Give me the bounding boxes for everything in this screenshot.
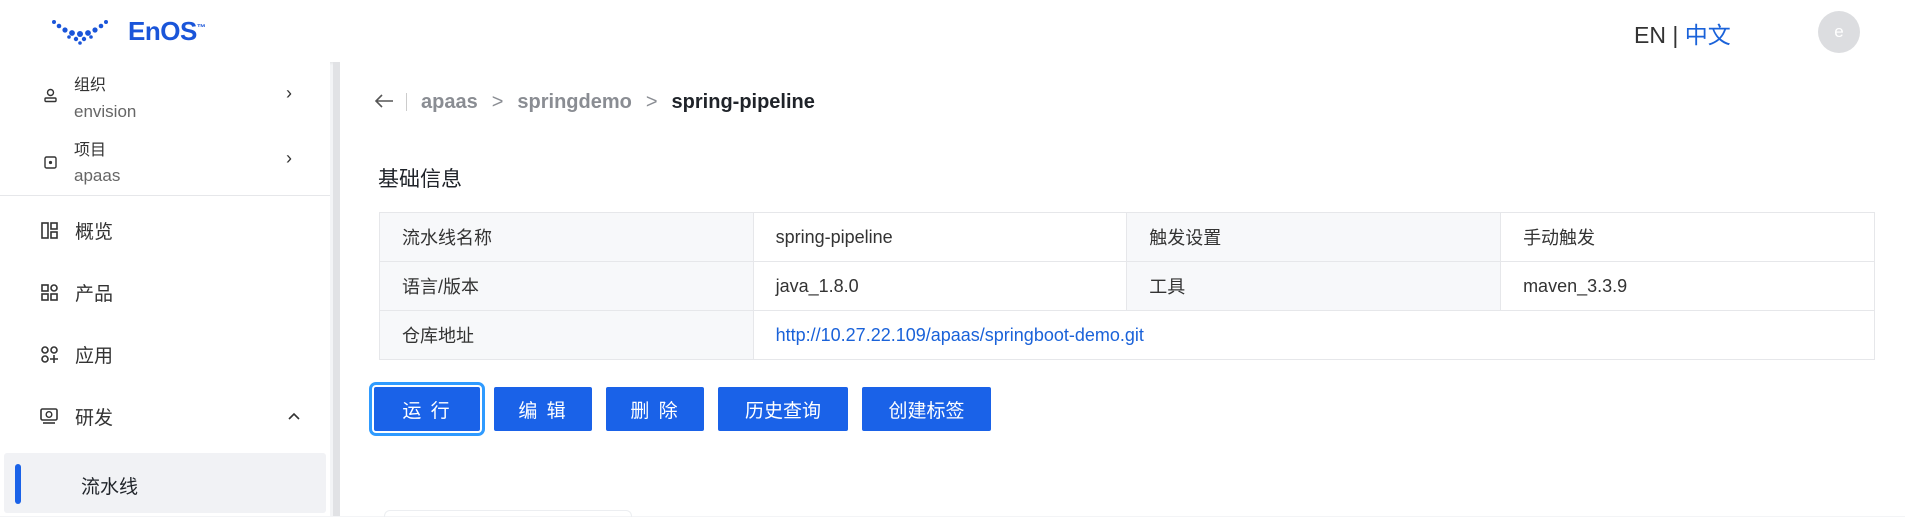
repo-url-link[interactable]: http://10.27.22.109/apaas/springboot-dem… <box>776 325 1144 345</box>
logo-text: EnOS™ <box>128 15 206 46</box>
sidebar-item-label: 研发 <box>75 407 114 429</box>
lang-zh-link[interactable]: 中文 <box>1685 22 1731 48</box>
dashboard-icon <box>40 221 58 239</box>
delete-button[interactable]: 删 除 <box>606 387 704 431</box>
org-icon <box>42 87 58 103</box>
breadcrumb-separator: > <box>491 90 504 113</box>
project-icon <box>42 154 58 170</box>
table-value: spring-pipeline <box>752 212 1128 262</box>
org-selector[interactable]: 组织 envision › <box>0 67 330 131</box>
section-title: 基础信息 <box>378 168 462 191</box>
breadcrumb-divider <box>406 93 407 111</box>
create-tag-button[interactable]: 创建标签 <box>862 387 991 431</box>
run-button[interactable]: 运 行 <box>369 382 485 436</box>
chevron-up-icon <box>288 407 300 425</box>
table-key: 流水线名称 <box>379 212 754 262</box>
org-value: envision <box>74 102 137 121</box>
action-bar: 运 行 编 辑 删 除 历史查询 创建标签 <box>369 382 1005 436</box>
table-row: 仓库地址 http://10.27.22.109/apaas/springboo… <box>379 310 1876 360</box>
breadcrumb-separator: > <box>645 90 658 113</box>
lang-en-link[interactable]: EN <box>1634 22 1666 48</box>
table-key: 触发设置 <box>1126 212 1502 262</box>
sidebar-scrollbar[interactable] <box>333 62 340 516</box>
table-value: 手动触发 <box>1500 212 1875 262</box>
lang-separator: | <box>1665 22 1685 48</box>
sidebar-item-label: 概览 <box>75 221 114 243</box>
sidebar-item-apps[interactable]: 应用 <box>0 329 330 379</box>
edit-button[interactable]: 编 辑 <box>494 387 592 431</box>
project-label: 项目 <box>74 142 107 159</box>
table-key: 语言/版本 <box>379 261 754 311</box>
history-button[interactable]: 历史查询 <box>718 387 848 431</box>
sidebar-item-label: 应用 <box>75 345 114 367</box>
project-value: apaas <box>74 166 121 185</box>
back-arrow-icon[interactable] <box>374 89 394 115</box>
breadcrumb: apaas > springdemo > spring-pipeline <box>374 90 815 114</box>
sidebar-item-overview[interactable]: 概览 <box>0 205 330 255</box>
avatar[interactable]: e <box>1818 11 1860 53</box>
sidebar-divider <box>0 195 330 196</box>
sidebar-subitem-pipeline[interactable] <box>4 453 326 513</box>
dev-icon <box>40 407 58 425</box>
chevron-right-icon: › <box>286 83 292 103</box>
table-row: 流水线名称 spring-pipeline 触发设置 手动触发 <box>379 212 1875 262</box>
org-label: 组织 <box>74 77 107 94</box>
enos-logo[interactable]: EnOS™ <box>50 14 206 48</box>
chevron-right-icon: › <box>286 148 292 168</box>
app-icon <box>40 345 58 363</box>
sidebar-item-products[interactable]: 产品 <box>0 267 330 317</box>
basic-info-table: 流水线名称 spring-pipeline 触发设置 手动触发 语言/版本 ja… <box>379 212 1876 360</box>
breadcrumb-link-springdemo[interactable]: springdemo <box>517 91 631 114</box>
table-value: maven_3.3.9 <box>1500 261 1875 311</box>
table-value: java_1.8.0 <box>752 261 1128 311</box>
table-value: http://10.27.22.109/apaas/springboot-dem… <box>752 310 1876 360</box>
table-key: 工具 <box>1126 261 1502 311</box>
top-header: EnOS™ EN | 中文 e <box>0 0 1905 62</box>
table-row: 语言/版本 java_1.8.0 工具 maven_3.3.9 <box>379 261 1875 311</box>
sidebar-item-label: 产品 <box>75 283 114 305</box>
language-switch: EN | 中文 <box>1634 16 1731 50</box>
breadcrumb-current: spring-pipeline <box>671 90 815 113</box>
project-selector[interactable]: 项目 apaas › <box>0 132 330 196</box>
table-key: 仓库地址 <box>379 310 754 360</box>
breadcrumb-link-apaas[interactable]: apaas <box>421 91 478 114</box>
sidebar-item-dev[interactable]: 研发 <box>0 391 330 441</box>
selected-indicator <box>15 464 21 504</box>
product-icon <box>40 283 58 301</box>
sidebar-subitem-label: 流水线 <box>81 477 139 498</box>
enos-logo-dots-icon <box>52 20 108 45</box>
